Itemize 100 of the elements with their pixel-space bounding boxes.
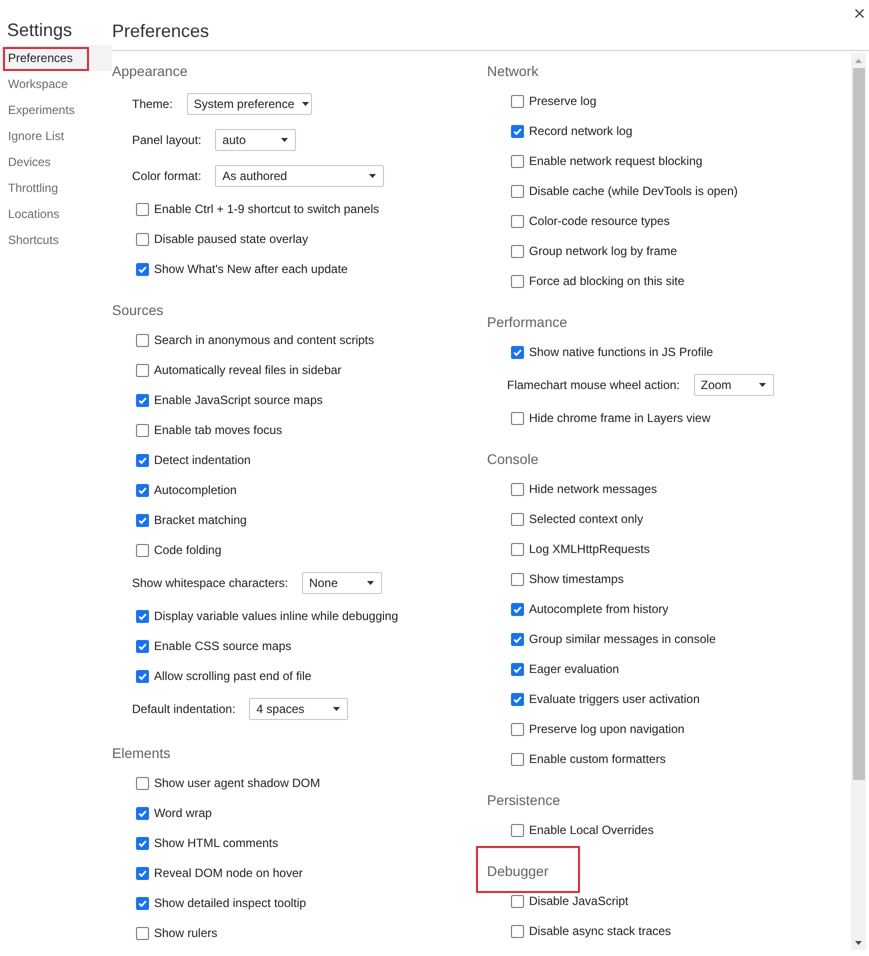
setting-label: Disable async stack traces <box>529 924 672 938</box>
setting-label: Color-code resource types <box>529 214 670 228</box>
setting-label: Selected context only <box>529 512 644 526</box>
checkbox[interactable] <box>511 154 524 168</box>
setting-label: Group network log by frame <box>529 244 678 258</box>
setting-label: Theme: <box>132 96 173 112</box>
caret-icon <box>302 102 310 106</box>
setting-label: Disable paused state overlay <box>154 232 308 246</box>
setting-label: Autocompletion <box>154 482 237 498</box>
checkbox[interactable] <box>511 184 524 198</box>
checkbox[interactable] <box>511 824 524 836</box>
sidebar-item[interactable]: Preferences <box>0 45 112 71</box>
checkbox[interactable] <box>511 412 524 424</box>
checkbox[interactable] <box>136 776 149 790</box>
section-heading: Persistence <box>487 791 560 809</box>
dropdown[interactable]: Zoom <box>694 374 774 396</box>
checkbox[interactable] <box>136 640 149 652</box>
setting-label: Force ad blocking on this site <box>529 274 684 288</box>
checkbox[interactable] <box>511 752 524 766</box>
sidebar-item[interactable]: Devices <box>0 149 112 175</box>
checkbox[interactable] <box>511 632 524 646</box>
checkbox[interactable] <box>511 692 524 706</box>
checkbox[interactable] <box>136 202 149 216</box>
sidebar-item[interactable]: Throttling <box>0 175 112 201</box>
checkbox[interactable] <box>511 662 524 676</box>
checkbox[interactable] <box>511 602 524 616</box>
setting-label: Show rulers <box>154 926 218 940</box>
setting-label: Eager evaluation <box>529 662 620 676</box>
setting-label: Automatically reveal files in sidebar <box>154 362 342 378</box>
checkbox[interactable] <box>136 364 149 376</box>
checkbox[interactable] <box>136 454 149 466</box>
checkbox[interactable] <box>511 274 524 288</box>
checkbox[interactable] <box>136 670 149 682</box>
sidebar-item[interactable]: Ignore List <box>0 123 112 149</box>
dropdown[interactable]: As authored <box>215 165 384 187</box>
checkbox[interactable] <box>511 482 524 496</box>
checkbox[interactable] <box>136 866 149 880</box>
checkbox[interactable] <box>511 244 524 258</box>
checkbox[interactable] <box>136 544 149 556</box>
checkbox[interactable] <box>136 806 149 820</box>
checkbox[interactable] <box>511 542 524 556</box>
setting-label: Evaluate triggers user activation <box>529 692 700 706</box>
caret-icon <box>281 138 288 142</box>
section-heading: Performance <box>487 313 568 331</box>
checkbox[interactable] <box>511 124 524 138</box>
setting-label: Enable Ctrl + 1-9 shortcut to switch panels <box>154 202 380 216</box>
setting-label: Panel layout: <box>132 132 202 148</box>
setting-label: Autocomplete from history <box>529 602 668 616</box>
checkbox[interactable] <box>136 926 149 940</box>
setting-label: Enable JavaScript source maps <box>154 392 323 408</box>
setting-label: Default indentation: <box>132 702 236 716</box>
setting-label: Enable tab moves focus <box>154 422 282 438</box>
setting-label: Disable cache (while DevTools is open) <box>529 184 738 198</box>
checkbox[interactable] <box>136 896 149 910</box>
dropdown[interactable]: System preference <box>186 93 312 115</box>
setting-label: Search in anonymous and content scripts <box>154 332 374 348</box>
sidebar-item[interactable]: Experiments <box>0 97 112 123</box>
checkbox[interactable] <box>511 924 524 938</box>
checkbox[interactable] <box>136 610 149 622</box>
checkbox[interactable] <box>511 346 524 358</box>
checkbox[interactable] <box>136 334 149 346</box>
checkbox[interactable] <box>136 514 149 526</box>
setting-label: Group similar messages in console <box>529 632 716 646</box>
setting-label: Bracket matching <box>154 512 247 528</box>
checkbox[interactable] <box>136 484 149 496</box>
checkbox[interactable] <box>136 394 149 406</box>
dropdown[interactable]: None <box>302 572 382 594</box>
section-heading: Network <box>487 62 538 80</box>
setting-label: Hide network messages <box>529 482 658 496</box>
scroll-down-arrow-icon[interactable] <box>855 941 862 945</box>
setting-label: Show detailed inspect tooltip <box>154 896 306 910</box>
close-button[interactable] <box>855 9 864 18</box>
checkbox[interactable] <box>136 424 149 436</box>
checkbox[interactable] <box>136 836 149 850</box>
sidebar-item[interactable]: Locations <box>0 201 112 227</box>
checkbox[interactable] <box>136 232 149 246</box>
setting-label: Show timestamps <box>529 572 624 586</box>
setting-label: Show whitespace characters: <box>132 576 288 590</box>
checkbox[interactable] <box>511 94 524 108</box>
section-heading: Appearance <box>112 62 188 80</box>
checkbox[interactable] <box>511 722 524 736</box>
page-title: Preferences <box>112 20 210 42</box>
scrollbar-thumb[interactable] <box>852 68 864 780</box>
dropdown[interactable]: 4 spaces <box>249 698 348 720</box>
checkbox[interactable] <box>136 262 149 276</box>
setting-label: Reveal DOM node on hover <box>154 866 303 880</box>
setting-label: Show user agent shadow DOM <box>154 776 320 790</box>
setting-label: Preserve log upon navigation <box>529 722 684 736</box>
setting-label: Word wrap <box>154 806 212 820</box>
section-heading: Console <box>487 450 538 468</box>
sidebar-item[interactable]: Workspace <box>0 71 112 97</box>
checkbox[interactable] <box>511 512 524 526</box>
setting-label: Preserve log <box>529 94 596 108</box>
checkbox[interactable] <box>511 214 524 228</box>
caret-icon <box>369 174 376 178</box>
checkbox[interactable] <box>511 572 524 586</box>
sidebar-item[interactable]: Shortcuts <box>0 227 112 253</box>
setting-label: Enable network request blocking <box>529 154 702 168</box>
dropdown[interactable]: auto <box>215 129 296 151</box>
checkbox[interactable] <box>511 894 524 908</box>
